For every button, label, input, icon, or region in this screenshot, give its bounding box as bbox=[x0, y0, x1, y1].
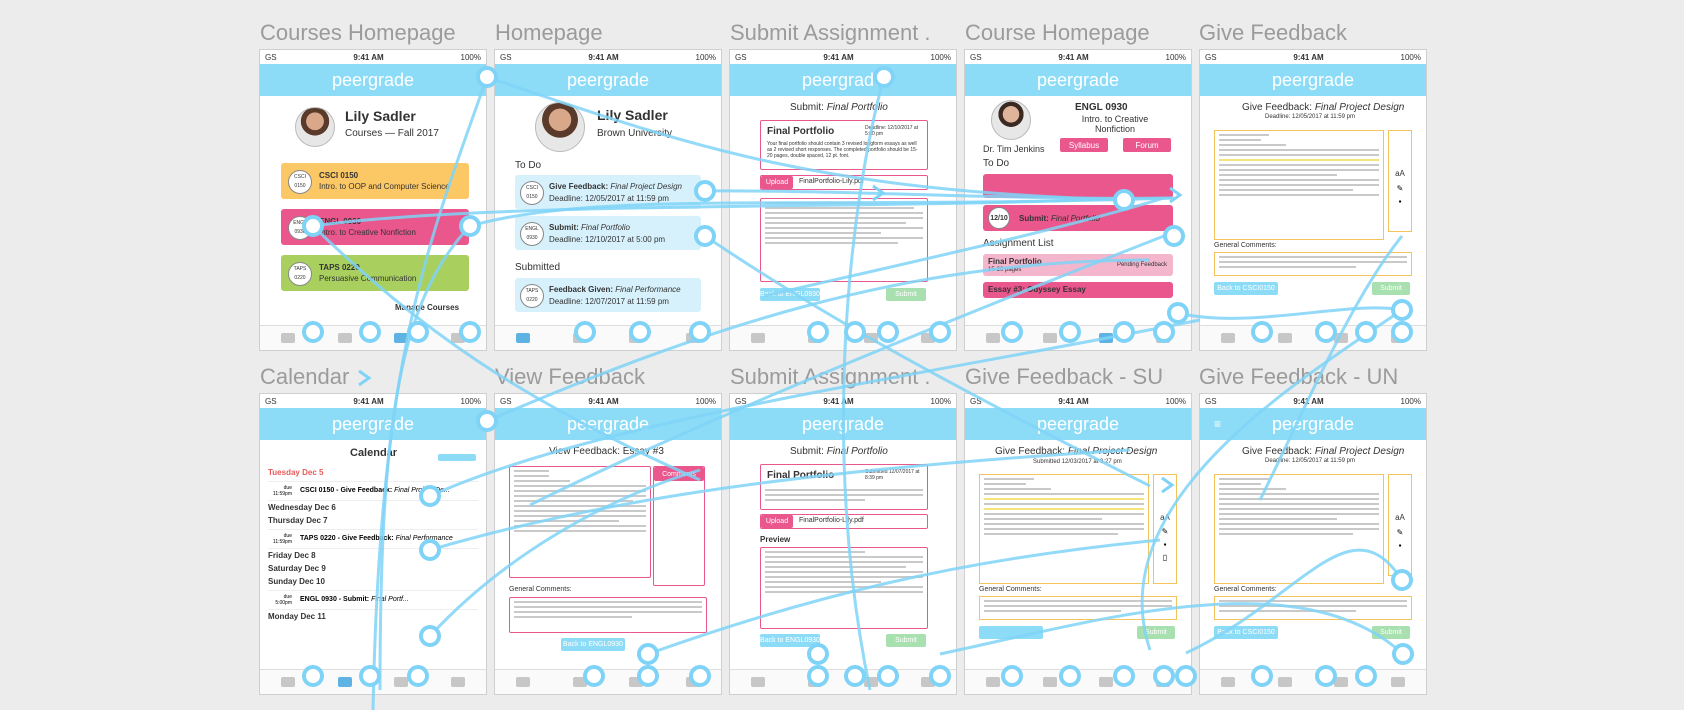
link-hotspot[interactable] bbox=[844, 665, 866, 687]
link-connector bbox=[704, 189, 1173, 200]
link-hotspot[interactable] bbox=[583, 665, 605, 687]
link-hotspot[interactable] bbox=[1355, 321, 1377, 343]
link-connector bbox=[311, 224, 701, 482]
link-connector bbox=[1258, 235, 1404, 501]
link-hotspot[interactable] bbox=[476, 66, 498, 88]
link-arrowhead bbox=[1169, 186, 1183, 204]
link-hotspot[interactable] bbox=[407, 321, 429, 343]
link-hotspot[interactable] bbox=[302, 665, 324, 687]
link-arrowhead bbox=[358, 369, 372, 387]
link-hotspot[interactable] bbox=[873, 66, 895, 88]
link-hotspot[interactable] bbox=[359, 321, 381, 343]
link-hotspot[interactable] bbox=[1391, 321, 1413, 343]
link-hotspot[interactable] bbox=[1315, 665, 1337, 687]
link-hotspot[interactable] bbox=[1175, 665, 1197, 687]
link-hotspot[interactable] bbox=[1113, 665, 1135, 687]
link-hotspot[interactable] bbox=[877, 665, 899, 687]
link-hotspot[interactable] bbox=[359, 665, 381, 687]
link-connector bbox=[469, 196, 1175, 228]
link-hotspot[interactable] bbox=[459, 321, 481, 343]
link-connector bbox=[371, 76, 489, 710]
link-hotspot[interactable] bbox=[419, 539, 441, 561]
link-connector bbox=[647, 538, 1161, 656]
link-hotspot[interactable] bbox=[419, 625, 441, 647]
link-hotspot[interactable] bbox=[1391, 299, 1413, 321]
link-connector bbox=[428, 468, 701, 638]
link-hotspot[interactable] bbox=[929, 321, 951, 343]
link-hotspot[interactable] bbox=[1355, 665, 1377, 687]
link-connector bbox=[378, 224, 472, 691]
link-hotspot[interactable] bbox=[1153, 321, 1175, 343]
link-connector bbox=[429, 318, 1201, 498]
link-hotspot[interactable] bbox=[1315, 321, 1337, 343]
link-hotspot[interactable] bbox=[1059, 665, 1081, 687]
link-arrowhead bbox=[1161, 476, 1175, 494]
link-hotspot[interactable] bbox=[689, 321, 711, 343]
link-hotspot[interactable] bbox=[807, 665, 829, 687]
link-hotspot[interactable] bbox=[1153, 665, 1175, 687]
link-hotspot[interactable] bbox=[302, 215, 324, 237]
link-hotspot[interactable] bbox=[929, 665, 951, 687]
link-hotspot[interactable] bbox=[302, 321, 324, 343]
link-connector bbox=[486, 75, 1125, 202]
link-hotspot[interactable] bbox=[807, 321, 829, 343]
link-hotspot[interactable] bbox=[574, 321, 596, 343]
link-hotspot[interactable] bbox=[419, 485, 441, 507]
link-hotspot[interactable] bbox=[694, 180, 716, 202]
link-hotspot[interactable] bbox=[1113, 321, 1135, 343]
link-hotspot[interactable] bbox=[637, 643, 659, 665]
link-hotspot[interactable] bbox=[844, 321, 866, 343]
link-hotspot[interactable] bbox=[1113, 189, 1135, 211]
link-hotspot[interactable] bbox=[459, 215, 481, 237]
link-hotspot[interactable] bbox=[1391, 569, 1413, 591]
link-connector bbox=[704, 234, 1151, 488]
link-hotspot[interactable] bbox=[476, 410, 498, 432]
link-hotspot[interactable] bbox=[689, 665, 711, 687]
link-connector bbox=[1177, 306, 1403, 320]
link-hotspot[interactable] bbox=[629, 321, 651, 343]
link-connector bbox=[429, 448, 1131, 552]
link-hotspot[interactable] bbox=[694, 225, 716, 247]
link-hotspot[interactable] bbox=[1392, 643, 1414, 665]
prototype-link-overlay bbox=[302, 66, 1414, 710]
link-hotspot[interactable] bbox=[1251, 665, 1273, 687]
link-hotspot[interactable] bbox=[1001, 665, 1023, 687]
link-hotspot[interactable] bbox=[407, 665, 429, 687]
link-connector bbox=[1185, 548, 1404, 655]
link-hotspot[interactable] bbox=[1163, 225, 1185, 247]
link-hotspot[interactable] bbox=[1167, 302, 1189, 324]
link-hotspot[interactable] bbox=[807, 643, 829, 665]
link-hotspot[interactable] bbox=[877, 321, 899, 343]
link-hotspot[interactable] bbox=[1001, 321, 1023, 343]
link-hotspot[interactable] bbox=[1251, 321, 1273, 343]
link-connector bbox=[939, 602, 1405, 656]
link-connector bbox=[763, 196, 1165, 298]
link-hotspot[interactable] bbox=[637, 665, 659, 687]
link-hotspot[interactable] bbox=[1059, 321, 1081, 343]
